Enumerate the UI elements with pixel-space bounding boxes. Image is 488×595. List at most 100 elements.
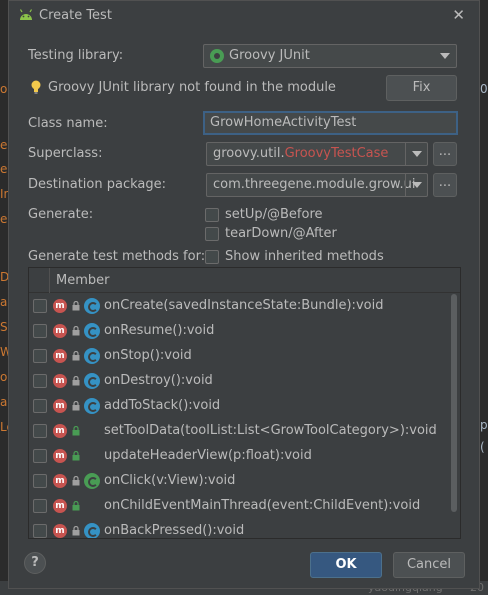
public-visibility-icon xyxy=(72,376,80,386)
android-icon xyxy=(19,9,33,20)
method-icon: m xyxy=(53,424,67,438)
background-editor-right: 0 p ( xyxy=(480,40,488,580)
member-table-header[interactable]: Member xyxy=(29,268,460,293)
member-name: onCreate(savedInstanceState:Bundle):void xyxy=(104,298,384,313)
member-name: onClick(v:View):void xyxy=(104,473,236,488)
method-icon: m xyxy=(53,324,67,338)
member-row[interactable]: m onClick(v:View):void xyxy=(29,469,449,494)
ok-button[interactable]: OK xyxy=(310,552,382,578)
destination-package-select[interactable]: com.threegene.module.grow.ui xyxy=(206,173,428,197)
public-visibility-icon xyxy=(72,326,80,336)
lightbulb-icon xyxy=(31,80,41,94)
member-row[interactable]: m onCreate(savedInstanceState:Bundle):voi… xyxy=(29,294,449,319)
member-row[interactable]: m onResume():void xyxy=(29,319,449,344)
member-checkbox[interactable] xyxy=(33,449,47,463)
method-icon: m xyxy=(53,449,67,463)
member-table-scrollbar[interactable] xyxy=(451,294,457,512)
method-icon: m xyxy=(53,524,67,538)
interface-override-icon xyxy=(84,473,100,489)
dialog-title: Create Test xyxy=(39,8,112,23)
background-text: p xyxy=(480,418,488,432)
member-row[interactable]: m onBackPressed():void xyxy=(29,519,449,538)
override-class-icon xyxy=(84,398,100,414)
setup-checkbox[interactable] xyxy=(205,208,219,222)
member-name: onStop():void xyxy=(104,348,192,363)
chevron-down-icon[interactable] xyxy=(405,143,427,165)
background-text: ( xyxy=(480,440,485,454)
destination-package-value: com.threegene.module.grow.ui xyxy=(213,177,416,192)
member-name: onResume():void xyxy=(104,323,215,338)
member-row[interactable]: m addToStack():void xyxy=(29,394,449,419)
member-table[interactable]: Member m onCreate(savedInstanceState:Bund… xyxy=(28,267,461,539)
member-list: m onCreate(savedInstanceState:Bundle):voi… xyxy=(29,294,449,538)
testing-library-select[interactable]: Groovy JUnit xyxy=(203,44,457,68)
method-icon: m xyxy=(53,499,67,513)
destination-package-label: Destination package: xyxy=(28,177,166,192)
close-icon[interactable]: ✕ xyxy=(452,6,465,24)
show-inherited-checkbox[interactable] xyxy=(205,250,219,264)
public-visibility-icon xyxy=(72,351,80,361)
method-icon: m xyxy=(53,299,67,313)
superclass-label: Superclass: xyxy=(28,146,103,161)
override-class-icon xyxy=(84,523,100,538)
public-visibility-icon xyxy=(72,401,80,411)
member-checkbox[interactable] xyxy=(33,524,47,538)
background-text: 0 xyxy=(480,82,488,96)
member-checkbox[interactable] xyxy=(33,374,47,388)
override-class-icon xyxy=(84,348,100,364)
public-visibility-icon xyxy=(72,526,80,536)
private-lock-icon xyxy=(72,501,80,511)
private-lock-icon xyxy=(72,426,80,436)
public-visibility-icon xyxy=(72,301,80,311)
class-name-input[interactable]: GrowHomeActivityTest xyxy=(203,111,458,135)
warning-text: Groovy JUnit library not found in the mo… xyxy=(48,80,336,95)
member-name: updateHeaderView(p:float):void xyxy=(104,448,312,463)
private-lock-icon xyxy=(72,451,80,461)
testing-library-value: Groovy JUnit xyxy=(229,48,310,63)
cancel-button[interactable]: Cancel xyxy=(393,552,465,578)
header-divider xyxy=(49,268,50,293)
generate-methods-label: Generate test methods for: xyxy=(28,249,206,264)
member-checkbox[interactable] xyxy=(33,474,47,488)
method-icon: m xyxy=(53,374,67,388)
help-button[interactable]: ? xyxy=(24,552,46,574)
member-checkbox[interactable] xyxy=(33,499,47,513)
override-class-icon xyxy=(84,323,100,339)
create-test-dialog: Create Test ✕ Testing library: Groovy JU… xyxy=(8,0,480,589)
dialog-titlebar: Create Test ✕ xyxy=(9,1,479,31)
class-name-value: GrowHomeActivityTest xyxy=(210,115,357,130)
chevron-down-icon[interactable] xyxy=(405,174,427,196)
method-icon: m xyxy=(53,349,67,363)
member-column-header[interactable]: Member xyxy=(56,273,109,288)
member-row[interactable]: m onDestroy():void xyxy=(29,369,449,394)
member-row[interactable]: m updateHeaderView(p:float):void xyxy=(29,444,449,469)
member-row[interactable]: m setToolData(toolList:List<GrowToolCateg… xyxy=(29,419,449,444)
member-row[interactable]: m onStop():void xyxy=(29,344,449,369)
chevron-down-icon[interactable] xyxy=(434,45,456,67)
member-name: onChildEventMainThread(event:ChildEvent)… xyxy=(104,498,421,513)
setup-label[interactable]: setUp/@Before xyxy=(225,207,323,222)
superclass-select[interactable]: groovy.util.GroovyTestCase xyxy=(206,142,428,166)
member-name: addToStack():void xyxy=(104,398,221,413)
teardown-checkbox[interactable] xyxy=(205,227,219,241)
class-name-label: Class name: xyxy=(28,116,108,131)
destination-browse-button[interactable]: ... xyxy=(433,173,457,197)
show-inherited-label[interactable]: Show inherited methods xyxy=(225,249,384,264)
override-class-icon xyxy=(84,298,100,314)
member-name: onBackPressed():void xyxy=(104,523,245,538)
superclass-browse-button[interactable]: ... xyxy=(433,142,457,166)
member-checkbox[interactable] xyxy=(33,349,47,363)
member-checkbox[interactable] xyxy=(33,399,47,413)
member-checkbox[interactable] xyxy=(33,424,47,438)
member-row[interactable]: m onChildEventMainThread(event:ChildEvent… xyxy=(29,494,449,519)
groovy-icon xyxy=(210,49,224,63)
member-checkbox[interactable] xyxy=(33,299,47,313)
testing-library-label: Testing library: xyxy=(28,48,124,63)
teardown-label[interactable]: tearDown/@After xyxy=(225,226,337,241)
member-checkbox[interactable] xyxy=(33,324,47,338)
override-class-icon xyxy=(84,373,100,389)
method-icon: m xyxy=(53,474,67,488)
method-icon: m xyxy=(53,399,67,413)
fix-button[interactable]: Fix xyxy=(386,75,457,101)
superclass-error-text: GroovyTestCase xyxy=(284,146,389,161)
